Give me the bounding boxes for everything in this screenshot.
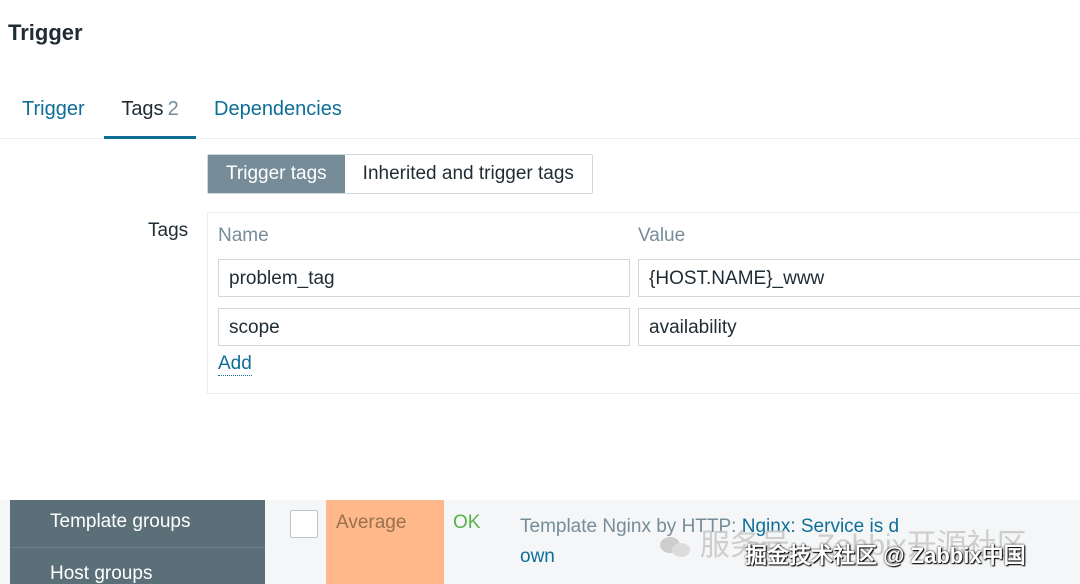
- column-header-value: Value: [638, 225, 686, 246]
- column-header-name: Name: [218, 225, 269, 246]
- sidebar: Template groups Host groups: [10, 500, 265, 584]
- severity-label: Average: [336, 512, 407, 533]
- page-title: Trigger: [8, 20, 83, 45]
- problem-link-continued[interactable]: own: [520, 546, 555, 567]
- source-credit: 掘金技术社区 @ Zabbix中国: [745, 543, 1026, 568]
- tab-tags-count: 2: [167, 98, 179, 120]
- wechat-icon: [660, 535, 692, 559]
- trigger-tags-button[interactable]: Trigger tags: [208, 155, 345, 193]
- sidebar-item-template-groups[interactable]: Template groups: [50, 511, 190, 533]
- sidebar-divider: [10, 547, 265, 548]
- sidebar-item-host-groups[interactable]: Host groups: [50, 563, 152, 584]
- tab-tags-label: Tags: [121, 98, 164, 120]
- severity-cell: Average: [326, 500, 444, 584]
- tag-name-input[interactable]: problem_tag: [218, 259, 630, 297]
- tag-value-input[interactable]: {HOST.NAME}_www: [638, 259, 1080, 297]
- add-tag-link[interactable]: Add: [218, 353, 252, 376]
- tag-name-input[interactable]: scope: [218, 308, 630, 346]
- tags-field-label: Tags: [148, 220, 189, 241]
- row-checkbox[interactable]: [290, 510, 318, 538]
- tag-filter-toggle: Trigger tags Inherited and trigger tags: [207, 154, 593, 194]
- tab-bar: Trigger Tags 2 Dependencies: [0, 96, 1080, 139]
- tab-dependencies[interactable]: Dependencies: [214, 98, 342, 121]
- tab-trigger[interactable]: Trigger: [22, 98, 85, 121]
- tab-tags[interactable]: Tags 2: [104, 98, 196, 139]
- tag-value-input[interactable]: availability: [638, 308, 1080, 346]
- status-label: OK: [453, 512, 481, 533]
- inherited-tags-button[interactable]: Inherited and trigger tags: [344, 155, 592, 193]
- tags-table: Name Value problem_tag {HOST.NAME}_www s…: [207, 212, 1080, 394]
